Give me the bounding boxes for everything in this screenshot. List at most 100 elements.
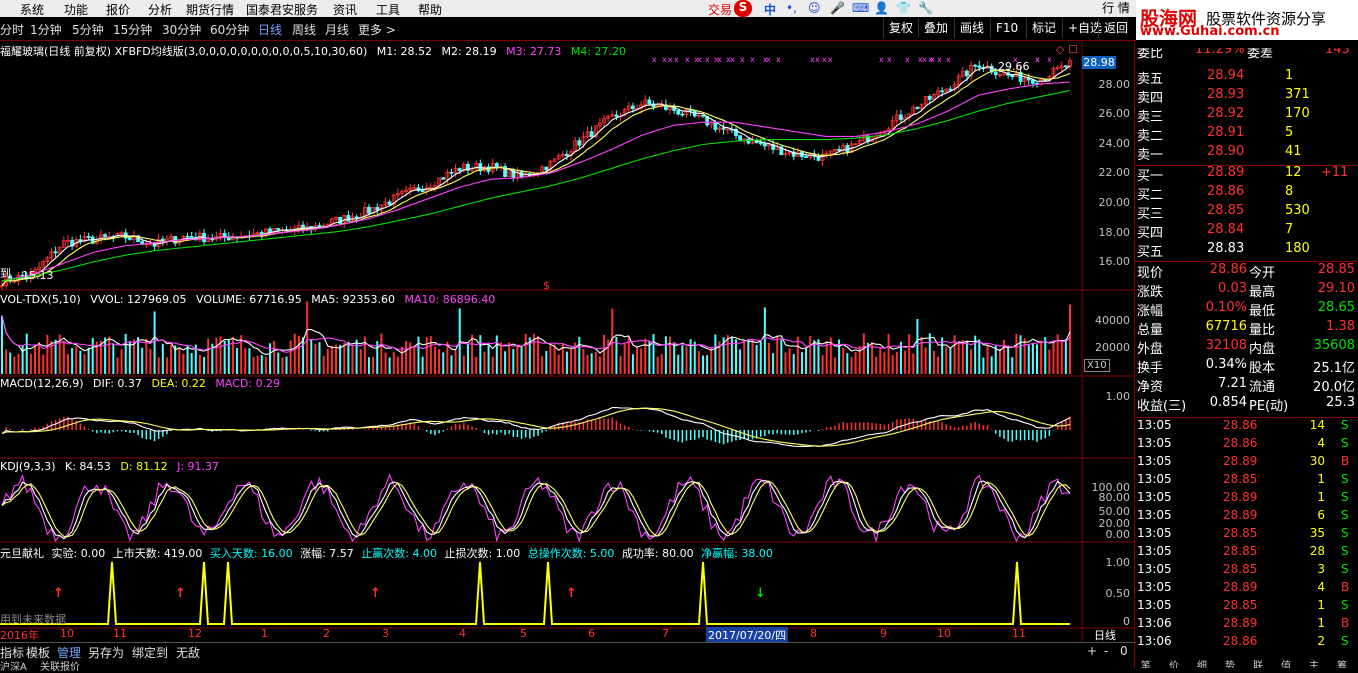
ask-label: 卖五	[1137, 72, 1164, 87]
tab-bind-to[interactable]: 绑定到	[132, 644, 168, 661]
signal-stat: 净赢幅: 38.00	[701, 547, 773, 560]
macd-ytick: 1.00	[1105, 390, 1131, 403]
period-indicator[interactable]: 日线	[1094, 627, 1116, 643]
tick-side: B	[1341, 616, 1350, 630]
bid-row[interactable]: 买一 28.89 12 +11	[1135, 165, 1357, 184]
bid-row[interactable]: 买二 28.86 8	[1135, 184, 1357, 203]
emoji-icon[interactable]: ☺	[808, 1, 821, 15]
bid-label: 买四	[1137, 226, 1164, 241]
signal-marker: x	[815, 55, 820, 64]
ask-row[interactable]: 卖五 28.94 1	[1135, 68, 1357, 87]
bid-row[interactable]: 买五 28.83 180	[1135, 241, 1357, 260]
tick-volume: 3	[1317, 562, 1325, 576]
overlay-button[interactable]: 叠加	[918, 18, 953, 38]
main-ytick: 26.00	[1098, 107, 1131, 120]
panel-control-icons[interactable]: ◇ ☐	[1056, 43, 1078, 56]
period-60min[interactable]: 60分钟	[210, 21, 249, 38]
buy-arrow-icon: ↑	[53, 586, 64, 601]
ask-volume: 41	[1285, 144, 1302, 159]
ask-row[interactable]: 卖二 28.91 5	[1135, 125, 1357, 144]
quote-tab-1[interactable]: 价	[1169, 660, 1179, 668]
quote-tab-2[interactable]: 细	[1197, 660, 1207, 668]
vol-ytick: 40000	[1095, 314, 1130, 327]
quote-tab-3[interactable]: 势	[1225, 660, 1235, 668]
period-more[interactable]: 更多 >	[358, 21, 396, 38]
menu-item-trade[interactable]: 交易	[708, 1, 732, 18]
bid-label: 买一	[1137, 169, 1164, 184]
macd-value: MACD: 0.29	[215, 377, 281, 390]
tab-related-quote[interactable]: 关联报价	[40, 658, 80, 673]
signal-marker: x	[776, 55, 781, 64]
mark-button[interactable]: 标记	[1026, 18, 1061, 38]
period-5min[interactable]: 5分钟	[72, 21, 104, 38]
period-monthly[interactable]: 月线	[325, 21, 349, 38]
quote-tab-7[interactable]: 筹	[1337, 660, 1347, 668]
tab-market-a[interactable]: 沪深A	[0, 658, 27, 673]
menu-item-function[interactable]: 功能	[64, 1, 88, 18]
tick-volume: 6	[1317, 508, 1325, 522]
zoom-out-icon[interactable]: -	[1104, 644, 1108, 658]
brand-url: www.Guhai.com.cn	[1140, 24, 1280, 39]
wrench-icon[interactable]: 🔧	[918, 1, 933, 15]
future-data-note: 用到未来数据	[0, 613, 66, 626]
quote-tab-6[interactable]: 主	[1309, 660, 1319, 668]
tick-side: S	[1341, 526, 1349, 540]
macd-indicator-name: MACD(12,26,9)	[0, 377, 84, 390]
menu-item-analysis[interactable]: 分析	[148, 1, 172, 18]
candle-body	[647, 99, 652, 105]
stat-label: 净资	[1137, 380, 1164, 395]
ime-punct-icon: •,	[786, 1, 797, 15]
quote-tab-0[interactable]: 笔	[1141, 660, 1151, 668]
tick-side: S	[1341, 472, 1349, 486]
menu-item-help[interactable]: 帮助	[418, 1, 442, 18]
candle-body	[837, 148, 841, 151]
period-intraday[interactable]: 分时	[0, 21, 24, 38]
menu-item-quote[interactable]: 报价	[106, 1, 130, 18]
period-15min[interactable]: 15分钟	[113, 21, 152, 38]
signal-marker: x	[674, 55, 679, 64]
candle-body	[1010, 74, 1015, 78]
period-daily[interactable]: 日线	[258, 21, 282, 38]
menu-item-system[interactable]: 系统	[20, 1, 44, 18]
quote-tab-4[interactable]: 联	[1253, 660, 1263, 668]
tick-side: S	[1341, 562, 1349, 576]
keyboard-icon[interactable]: ⌨	[852, 1, 869, 15]
tab-save-as[interactable]: 另存为	[88, 644, 124, 661]
period-weekly[interactable]: 周线	[292, 21, 316, 38]
period-1min[interactable]: 1分钟	[30, 21, 62, 38]
quote-tab-5[interactable]: 值	[1281, 660, 1291, 668]
menu-item-gtja-service[interactable]: 国泰君安服务	[246, 1, 318, 18]
signal-ytick: 1.00	[1105, 556, 1131, 569]
ask-row[interactable]: 卖一 28.90 41	[1135, 144, 1357, 163]
back-button[interactable]: 返回	[1098, 18, 1133, 38]
stat-label: 最低	[1249, 304, 1276, 319]
candle-body	[127, 237, 132, 240]
signal-stat: 买入天数: 16.00	[209, 547, 293, 560]
bid-volume: 7	[1285, 222, 1294, 237]
zoom-in-icon[interactable]: +	[1087, 644, 1097, 658]
reset-icon[interactable]: 0	[1120, 644, 1128, 658]
f10-button[interactable]: F10	[990, 18, 1023, 38]
ask-row[interactable]: 卖三 28.92 170	[1135, 106, 1357, 125]
mic-icon[interactable]: 🎤	[830, 1, 845, 15]
quote-tab[interactable]: 行 情	[1097, 0, 1135, 17]
ask-label: 卖四	[1137, 91, 1164, 106]
menu-item-futures[interactable]: 期货行情	[186, 1, 234, 18]
user-icon[interactable]: 👤	[874, 1, 889, 15]
period-30min[interactable]: 30分钟	[162, 21, 201, 38]
tick-row: 13:05 28.89 1 S	[1135, 490, 1357, 508]
shirt-icon[interactable]: 👕	[896, 1, 911, 15]
candle-body	[676, 110, 681, 115]
ime-chinese-indicator[interactable]: 中	[764, 1, 776, 18]
ask-row[interactable]: 卖四 28.93 371	[1135, 87, 1357, 106]
stat-label: 量比	[1249, 323, 1276, 338]
draw-button[interactable]: 画线	[954, 18, 989, 38]
menu-item-tools[interactable]: 工具	[376, 1, 400, 18]
bid-row[interactable]: 买三 28.85 530	[1135, 203, 1357, 222]
main-ytick: 16.00	[1098, 255, 1131, 268]
adjust-button[interactable]: 复权	[883, 18, 918, 38]
stat-label: 内盘	[1249, 342, 1276, 357]
tab-invincible[interactable]: 无敌	[176, 644, 200, 661]
bid-row[interactable]: 买四 28.84 7	[1135, 222, 1357, 241]
menu-item-news[interactable]: 资讯	[333, 1, 357, 18]
